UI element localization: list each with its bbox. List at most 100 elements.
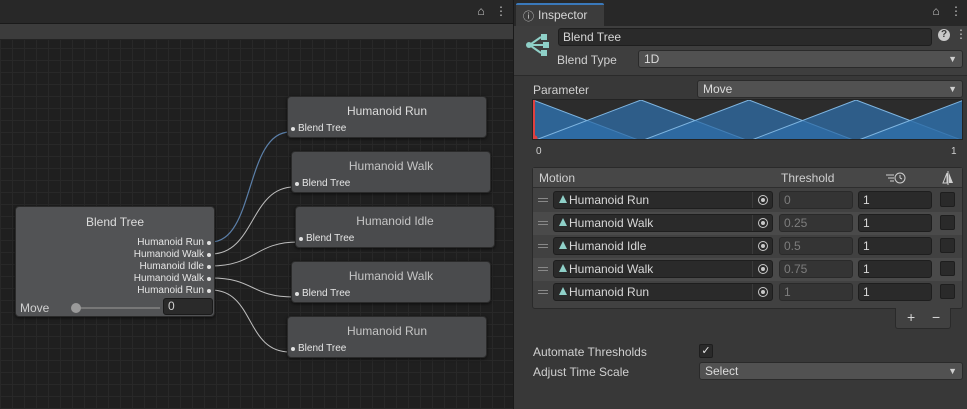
motion-clip-field[interactable]: Humanoid Run bbox=[553, 283, 773, 301]
threshold-field[interactable]: 0.75 bbox=[779, 260, 853, 278]
blend-type-value: 1D bbox=[644, 52, 660, 66]
mirror-checkbox[interactable] bbox=[940, 261, 955, 276]
list-footer-buttons: + − bbox=[895, 308, 951, 329]
motion-row: Humanoid Run 1 1 bbox=[533, 281, 962, 304]
more-menu-icon[interactable]: ⋮ bbox=[950, 4, 962, 18]
animator-graph-pane[interactable]: ⌂ ⋮ Humanoid Run Blend Tree Humanoid Wal… bbox=[0, 0, 513, 409]
input-port-icon[interactable] bbox=[295, 182, 299, 186]
output-port-icon[interactable] bbox=[207, 241, 211, 245]
tab-inspector[interactable]: ⓘ Inspector bbox=[516, 3, 604, 26]
mirror-checkbox[interactable] bbox=[940, 192, 955, 207]
threshold-field[interactable]: 0.25 bbox=[779, 214, 853, 232]
animation-clip-icon bbox=[559, 218, 567, 226]
more-menu-icon[interactable]: ⋮ bbox=[955, 27, 967, 41]
motion-node-humanoid-run-2[interactable]: Humanoid Run Blend Tree bbox=[287, 316, 487, 358]
blend-visualization[interactable] bbox=[532, 99, 963, 140]
object-picker-icon[interactable] bbox=[752, 284, 772, 300]
input-port-icon[interactable] bbox=[299, 237, 303, 241]
parameter-slider[interactable] bbox=[74, 307, 160, 309]
drag-handle-icon[interactable] bbox=[538, 198, 548, 202]
threshold-field[interactable]: 0 bbox=[779, 191, 853, 209]
add-motion-button[interactable]: + bbox=[907, 309, 915, 325]
motion-clip-field[interactable]: Humanoid Walk bbox=[553, 214, 773, 232]
motion-node-humanoid-walk-2[interactable]: Humanoid Walk Blend Tree bbox=[291, 261, 491, 303]
drag-handle-icon[interactable] bbox=[538, 267, 548, 271]
node-title: Humanoid Run bbox=[346, 324, 428, 338]
time-scale-field[interactable]: 1 bbox=[858, 283, 932, 301]
animation-clip-icon bbox=[559, 241, 567, 249]
threshold-field[interactable]: 0.5 bbox=[779, 237, 853, 255]
inspector-header: Blend Tree ? ⋮ Blend Type 1D ▼ bbox=[514, 26, 967, 76]
time-scale-field[interactable]: 1 bbox=[858, 237, 932, 255]
output-port-icon[interactable] bbox=[207, 265, 211, 269]
motion-node-humanoid-run-1[interactable]: Humanoid Run Blend Tree bbox=[287, 96, 487, 138]
lock-icon[interactable]: ⌂ bbox=[475, 4, 487, 18]
inspector-pane: ⓘ Inspector ⌂ ⋮ Blend Tree ? ⋮ Blend Typ… bbox=[513, 0, 967, 409]
range-max-label: 1 bbox=[951, 146, 957, 157]
time-scale-field[interactable]: 1 bbox=[858, 191, 932, 209]
mirror-icon bbox=[942, 171, 953, 185]
node-title: Humanoid Walk bbox=[348, 269, 434, 283]
parameter-value: Move bbox=[703, 82, 733, 96]
lock-icon[interactable]: ⌂ bbox=[930, 4, 942, 18]
more-menu-icon[interactable]: ⋮ bbox=[495, 4, 507, 18]
port-label: Blend Tree bbox=[298, 123, 347, 134]
object-picker-icon[interactable] bbox=[752, 238, 772, 254]
time-scale-field[interactable]: 1 bbox=[858, 214, 932, 232]
motion-node-humanoid-walk-1[interactable]: Humanoid Walk Blend Tree bbox=[291, 151, 491, 193]
time-scale-field[interactable]: 1 bbox=[858, 260, 932, 278]
animation-clip-icon bbox=[559, 264, 567, 272]
info-icon: ⓘ bbox=[523, 11, 534, 23]
parameter-slider-handle[interactable] bbox=[71, 303, 81, 313]
threshold-column-header: Threshold bbox=[781, 171, 835, 185]
mirror-checkbox[interactable] bbox=[940, 215, 955, 230]
drag-handle-icon[interactable] bbox=[538, 221, 548, 225]
motion-row: Humanoid Run 0 1 bbox=[533, 189, 962, 212]
remove-motion-button[interactable]: − bbox=[932, 309, 940, 325]
output-label: Humanoid Run bbox=[137, 237, 204, 248]
output-port-icon[interactable] bbox=[207, 289, 211, 293]
blend-tree-name-field[interactable]: Blend Tree bbox=[558, 28, 932, 46]
input-port-icon[interactable] bbox=[291, 347, 295, 351]
motion-clip-name: Humanoid Idle bbox=[569, 239, 647, 253]
parameter-dropdown[interactable]: Move ▼ bbox=[697, 80, 963, 98]
port-label: Blend Tree bbox=[306, 233, 355, 244]
parameter-value-field[interactable]: 0 bbox=[163, 298, 213, 315]
drag-handle-icon[interactable] bbox=[538, 290, 548, 294]
adjust-time-scale-value: Select bbox=[705, 364, 739, 378]
output-port-icon[interactable] bbox=[207, 253, 211, 257]
mirror-checkbox[interactable] bbox=[940, 284, 955, 299]
motion-clip-name: Humanoid Walk bbox=[569, 262, 654, 276]
adjust-time-scale-dropdown[interactable]: Select ▼ bbox=[699, 362, 963, 380]
tab-label: Inspector bbox=[538, 8, 588, 22]
output-label: Humanoid Walk bbox=[133, 273, 204, 284]
adjust-time-scale-label: Adjust Time Scale bbox=[533, 365, 630, 379]
blend-type-label: Blend Type bbox=[557, 53, 617, 67]
object-picker-icon[interactable] bbox=[752, 192, 772, 208]
object-picker-icon[interactable] bbox=[752, 261, 772, 277]
input-port-icon[interactable] bbox=[295, 292, 299, 296]
object-picker-icon[interactable] bbox=[752, 215, 772, 231]
drag-handle-icon[interactable] bbox=[538, 244, 548, 248]
connection-walk-top bbox=[210, 186, 295, 255]
mirror-checkbox[interactable] bbox=[940, 238, 955, 253]
time-scale-icon bbox=[886, 172, 906, 184]
automate-thresholds-checkbox[interactable]: ✓ bbox=[699, 344, 713, 358]
range-min-label: 0 bbox=[536, 146, 542, 157]
connection-run-top bbox=[210, 131, 291, 243]
graph-tab-bar: ⌂ ⋮ bbox=[0, 0, 513, 24]
blend-type-dropdown[interactable]: 1D ▼ bbox=[638, 50, 963, 68]
node-title: Humanoid Idle bbox=[356, 214, 434, 228]
help-icon[interactable]: ? bbox=[938, 29, 950, 41]
input-port-icon[interactable] bbox=[291, 127, 295, 131]
motion-node-humanoid-idle[interactable]: Humanoid Idle Blend Tree bbox=[295, 206, 495, 248]
threshold-field[interactable]: 1 bbox=[779, 283, 853, 301]
blend-tree-node[interactable]: Blend Tree Humanoid Run Humanoid Walk Hu… bbox=[15, 206, 215, 317]
output-port-icon[interactable] bbox=[207, 277, 211, 281]
motion-clip-field[interactable]: Humanoid Run bbox=[553, 191, 773, 209]
motion-clip-field[interactable]: Humanoid Idle bbox=[553, 237, 773, 255]
chevron-down-icon: ▼ bbox=[948, 366, 957, 376]
node-title: Humanoid Walk bbox=[348, 159, 434, 173]
port-label: Blend Tree bbox=[302, 178, 351, 189]
motion-clip-field[interactable]: Humanoid Walk bbox=[553, 260, 773, 278]
